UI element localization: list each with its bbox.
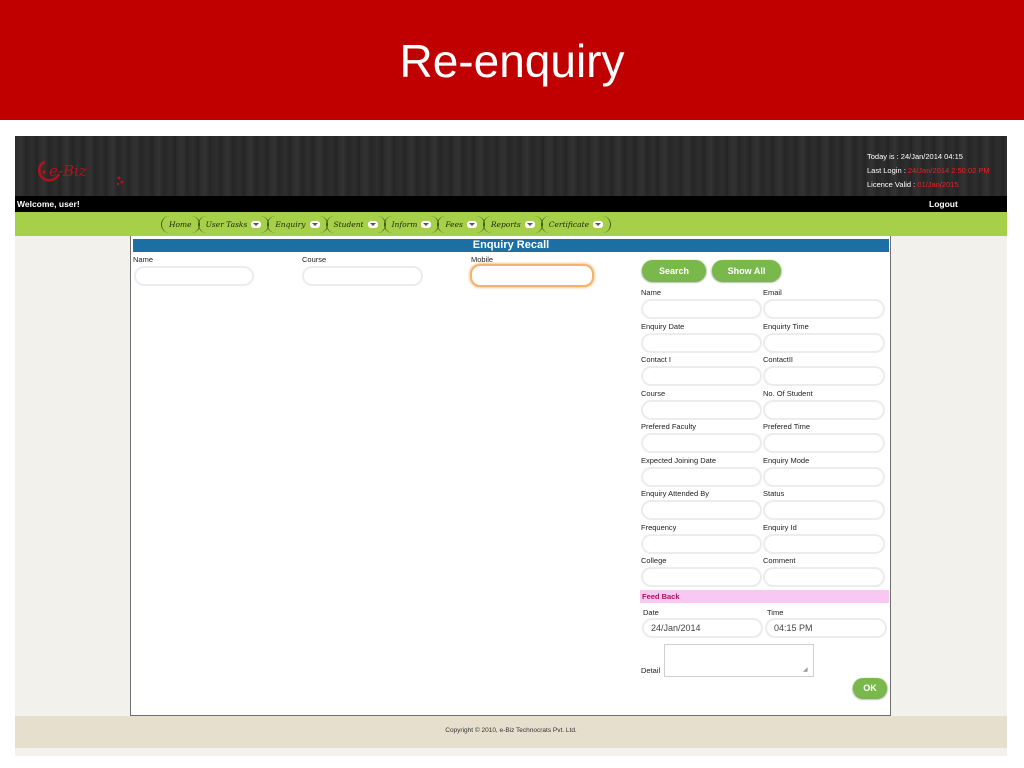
frequency-input[interactable]: [641, 533, 762, 554]
logo-text: e-Biz: [49, 162, 87, 180]
ok-button[interactable]: OK: [853, 678, 887, 698]
expected-joining-date-input[interactable]: [641, 466, 762, 487]
email-label: Email: [763, 288, 782, 297]
feedback-time-input[interactable]: [765, 618, 887, 638]
nav-item-label: Home: [169, 220, 192, 229]
app-header: e-Biz Today is : 24/Jan/2014 04:15 Last …: [15, 136, 1007, 196]
feedback-date-label: Date: [643, 608, 659, 617]
dropdown-arrow-icon: [251, 221, 262, 228]
copyright-text: Copyright © 2010, e-Biz Technocrats Pvt.…: [445, 727, 577, 734]
prefered-time-input[interactable]: [763, 433, 885, 453]
enquiry-date-input[interactable]: [641, 332, 762, 353]
name-label: Name: [641, 288, 662, 297]
nav-item-enquiry[interactable]: Enquiry: [267, 216, 328, 233]
prefered-time-label: Prefered Time: [763, 422, 811, 431]
enquirty-time-label: Enquirty Time: [763, 321, 809, 331]
search-mobile-input[interactable]: [470, 264, 594, 287]
status-label: Status: [763, 489, 785, 498]
enquiry-date-label: Enquiry Date: [641, 321, 685, 331]
nav-item-fees[interactable]: Fees: [437, 216, 485, 233]
enquiry-attended-by-label: Enquiry Attended By: [641, 489, 709, 498]
nav-item-certificate[interactable]: Certificate: [540, 216, 612, 233]
course-label: Course: [641, 388, 666, 398]
search-name-label: Name: [133, 255, 154, 264]
enquiry-mode-input[interactable]: [763, 466, 885, 487]
prefered-faculty-label: Prefered Faculty: [641, 422, 697, 431]
welcome-text: Welcome, user!: [17, 199, 80, 209]
nav-item-user-tasks[interactable]: User Tasks: [197, 216, 270, 233]
licence-line: Licence Valid : 01/Jan/2015: [867, 180, 959, 189]
feedback-detail-textarea[interactable]: [664, 644, 814, 677]
nav-item-label: Reports: [490, 220, 521, 229]
nav-item-student[interactable]: Student: [325, 216, 386, 233]
slide-title: Re-enquiry: [399, 35, 625, 87]
dropdown-arrow-icon: [593, 221, 604, 228]
welcome-bar: Welcome, user! Logout: [15, 196, 1007, 212]
search-course-input[interactable]: [302, 266, 423, 286]
enquiry-id-label: Enquiry Id: [763, 522, 797, 532]
nav-item-home[interactable]: Home: [161, 216, 200, 233]
resize-grip-icon[interactable]: ◢: [803, 666, 811, 674]
comment-label: Comment: [763, 556, 796, 565]
enquiry-id-input[interactable]: [763, 533, 885, 554]
feedback-detail-label: Detail: [641, 666, 661, 675]
no-of-student-label: No. Of Student: [763, 388, 813, 398]
ebiz-logo: e-Biz: [38, 160, 124, 186]
contactii-label: ContactII: [763, 355, 794, 364]
nav-bar: Home User Tasks Enquiry Student Inform Fees Re…: [15, 212, 1007, 236]
email-input[interactable]: [763, 299, 885, 319]
panel-title: Enquiry Recall: [133, 239, 889, 252]
name-input[interactable]: [641, 299, 762, 319]
nav-item-label: Student: [333, 220, 364, 229]
nav-item-label: Inform: [391, 220, 418, 229]
licence-value: 01/Jan/2015: [917, 180, 959, 189]
header-info: Today is : 24/Jan/2014 04:15 Last Login …: [867, 150, 990, 192]
college-input[interactable]: [641, 567, 762, 587]
main-nav: Home User Tasks Enquiry Student Inform Fees Re…: [161, 216, 612, 233]
status-input[interactable]: [763, 500, 885, 520]
app-window: e-Biz Today is : 24/Jan/2014 04:15 Last …: [15, 136, 1007, 756]
footer: Copyright © 2010, e-Biz Technocrats Pvt.…: [15, 716, 1007, 748]
contact-i-input[interactable]: [641, 366, 762, 386]
enquiry-recall-panel: Enquiry Recall Name Course Mobile Search…: [130, 236, 891, 716]
search-mobile-label: Mobile: [471, 255, 494, 264]
feedback-heading: Feed Back: [640, 590, 889, 603]
contactii-input[interactable]: [763, 366, 885, 386]
dropdown-arrow-icon: [367, 221, 378, 228]
today-value: 24/Jan/2014 04:15: [900, 152, 963, 161]
show-all-button[interactable]: Show All: [712, 260, 781, 281]
nav-item-label: Enquiry: [275, 220, 306, 229]
last-login-line: Last Login : 24/Jan/2014 2:50:02 PM: [867, 166, 990, 175]
nav-item-inform[interactable]: Inform: [383, 216, 440, 233]
enquiry-mode-label: Enquiry Mode: [763, 455, 810, 465]
today-line: Today is : 24/Jan/2014 04:15: [867, 152, 963, 161]
expected-joining-date-label: Expected Joining Date: [641, 455, 717, 465]
nav-item-label: User Tasks: [205, 220, 248, 229]
last-login-value: 24/Jan/2014 2:50:02 PM: [907, 166, 990, 175]
logout-link[interactable]: Logout: [929, 196, 958, 212]
search-course-label: Course: [302, 255, 327, 264]
enquiry-attended-by-input[interactable]: [641, 500, 762, 520]
prefered-faculty-input[interactable]: [641, 433, 762, 453]
contact-i-label: Contact I: [641, 355, 672, 364]
dropdown-arrow-icon: [309, 221, 320, 228]
nav-item-label: Certificate: [548, 220, 590, 229]
search-name-input[interactable]: [134, 266, 254, 286]
nav-item-label: Fees: [445, 220, 463, 229]
enquirty-time-input[interactable]: [763, 332, 885, 353]
dropdown-arrow-icon: [524, 221, 535, 228]
dropdown-arrow-icon: [466, 221, 477, 228]
nav-item-reports[interactable]: Reports: [482, 216, 543, 233]
course-input[interactable]: [641, 399, 762, 420]
feedback-date-input[interactable]: [642, 618, 763, 638]
feedback-time-label: Time: [767, 608, 784, 617]
search-button[interactable]: Search: [642, 260, 706, 281]
dropdown-arrow-icon: [421, 221, 432, 228]
college-label: College: [641, 556, 667, 565]
comment-input[interactable]: [763, 567, 885, 587]
frequency-label: Frequency: [641, 522, 677, 532]
no-of-student-input[interactable]: [763, 399, 885, 420]
